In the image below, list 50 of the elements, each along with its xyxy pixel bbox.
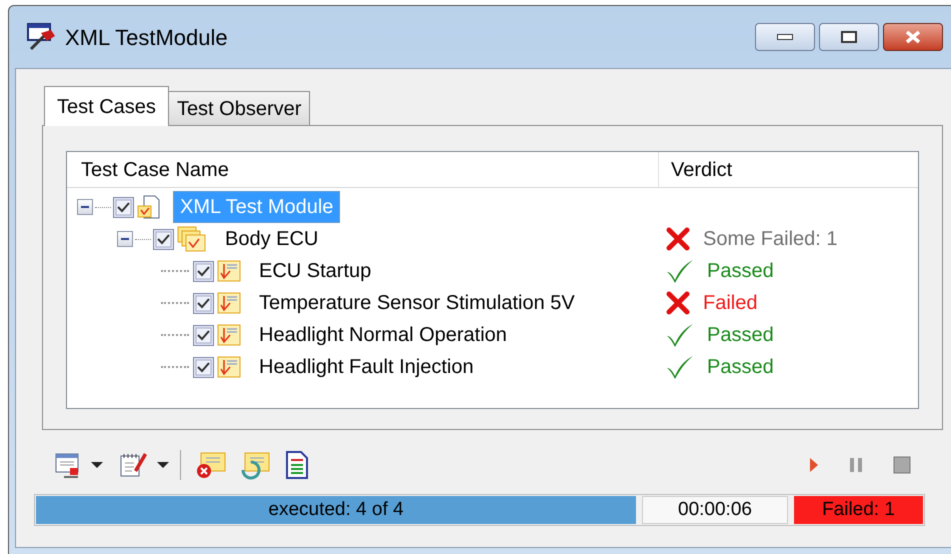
checkbox[interactable] bbox=[193, 260, 214, 282]
column-header[interactable]: Test Case Name bbox=[67, 152, 659, 187]
stacked-tests-icon bbox=[177, 226, 207, 252]
tree-item-label[interactable]: Headlight Normal Operation bbox=[253, 320, 513, 350]
verdict-text: Passed bbox=[707, 323, 774, 348]
tab[interactable]: Test Observer bbox=[168, 91, 310, 125]
collapse-toggle[interactable] bbox=[117, 231, 133, 247]
document-icon[interactable] bbox=[285, 450, 309, 480]
minimize-button[interactable] bbox=[755, 23, 815, 51]
test-check-icon bbox=[217, 292, 241, 314]
close-button[interactable] bbox=[883, 23, 943, 51]
tree-item-label[interactable]: ECU Startup bbox=[253, 256, 378, 286]
cross-icon bbox=[665, 227, 691, 251]
verdict-text: Some Failed: 1 bbox=[703, 227, 838, 252]
checkbox[interactable] bbox=[193, 324, 214, 346]
minimize-icon bbox=[777, 34, 793, 40]
test-check-icon bbox=[217, 356, 241, 378]
delete-test-icon[interactable] bbox=[195, 450, 227, 480]
tab[interactable]: Test Cases bbox=[44, 86, 169, 126]
close-icon bbox=[904, 30, 922, 44]
result-status: Failed: 1 bbox=[794, 496, 923, 524]
checkbox[interactable] bbox=[193, 292, 214, 314]
refresh-test-icon[interactable] bbox=[239, 450, 271, 480]
check-icon bbox=[665, 258, 695, 284]
tree-item-label[interactable]: Body ECU bbox=[219, 224, 324, 254]
verdict-text: Passed bbox=[707, 355, 774, 380]
play-icon[interactable] bbox=[809, 457, 819, 473]
tree-item-label[interactable]: Headlight Fault Injection bbox=[253, 352, 480, 382]
document-check-icon bbox=[137, 195, 161, 219]
cross-icon bbox=[665, 291, 691, 315]
tree-item-label[interactable]: Temperature Sensor Stimulation 5V bbox=[253, 288, 581, 318]
check-icon bbox=[665, 354, 695, 380]
checkbox[interactable] bbox=[193, 356, 214, 378]
checkbox[interactable] bbox=[153, 228, 174, 250]
test-check-icon bbox=[217, 260, 241, 282]
check-icon bbox=[665, 322, 695, 348]
stop-icon[interactable] bbox=[893, 456, 911, 474]
caret-icon[interactable] bbox=[90, 461, 104, 469]
maximize-icon bbox=[841, 31, 857, 43]
verdict-text: Passed bbox=[707, 259, 774, 284]
test-check-icon bbox=[217, 324, 241, 346]
maximize-button[interactable] bbox=[819, 23, 879, 51]
collapse-toggle[interactable] bbox=[77, 199, 93, 215]
elapsed-time: 00:00:06 bbox=[642, 496, 788, 524]
column-header[interactable]: Verdict bbox=[659, 152, 918, 187]
caret-icon[interactable] bbox=[156, 461, 170, 469]
verdict-text: Failed bbox=[703, 291, 758, 316]
window-title: XML TestModule bbox=[65, 24, 228, 52]
progress-label: executed: 4 of 4 bbox=[267, 498, 405, 522]
checkbox[interactable] bbox=[113, 196, 134, 218]
